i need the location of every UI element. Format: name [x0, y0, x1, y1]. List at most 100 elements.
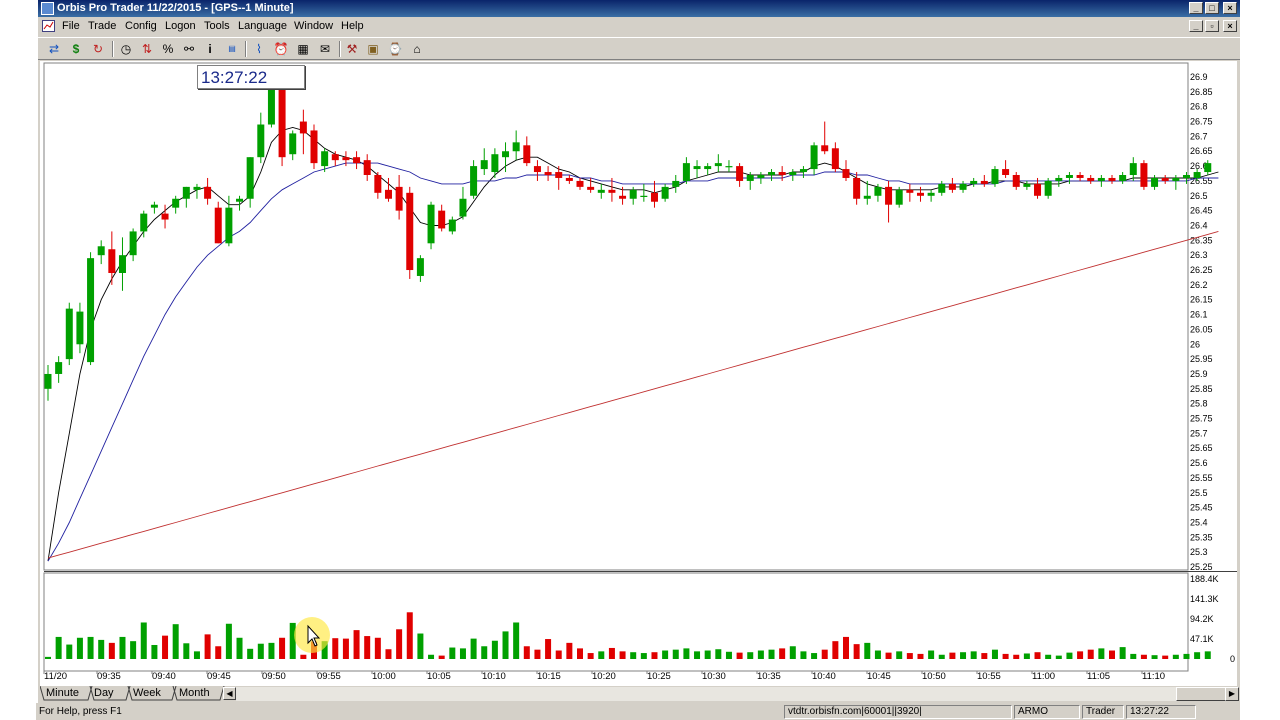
refresh-icon[interactable]: ↻: [90, 41, 106, 57]
volume-bar: [300, 654, 307, 659]
candle-body: [789, 172, 797, 175]
horizontal-scrollbar[interactable]: ▶: [236, 687, 1239, 701]
maximize-button[interactable]: □: [1205, 2, 1219, 14]
calculator-icon[interactable]: ▣: [365, 41, 381, 57]
time-tick-label: 10:25: [647, 671, 671, 682]
volume-bar: [215, 646, 222, 659]
menu-file[interactable]: File: [62, 20, 80, 32]
candle-body: [619, 195, 627, 199]
volume-bar: [236, 637, 243, 659]
chart-window-icon[interactable]: [42, 20, 55, 32]
volume-bar: [87, 636, 94, 659]
volume-bar: [843, 636, 849, 659]
menu-tools[interactable]: Tools: [204, 20, 230, 32]
tab-scroll-left-icon[interactable]: ◀: [223, 687, 236, 700]
candle-body: [746, 175, 754, 181]
candle-body: [1182, 175, 1190, 178]
volume-bar: [374, 637, 381, 659]
volume-bar: [481, 646, 488, 659]
price-tick-label: 25.5: [1190, 488, 1208, 498]
candle-body: [459, 198, 467, 217]
candle-body: [353, 157, 361, 164]
price-tick-label: 26.4: [1190, 220, 1208, 230]
menu-trade[interactable]: Trade: [88, 20, 116, 32]
candle-body: [1140, 163, 1148, 187]
candle-body: [1065, 175, 1073, 178]
candle-body: [470, 166, 478, 196]
percent-icon[interactable]: %: [160, 41, 176, 57]
menu-language[interactable]: Language: [238, 20, 287, 32]
candle-body: [821, 145, 829, 152]
volume-bar: [1130, 653, 1137, 659]
candle-body: [257, 124, 265, 158]
candle-body: [1044, 180, 1052, 196]
volume-bar: [257, 643, 264, 659]
minimize-button[interactable]: _: [1189, 2, 1203, 14]
close-button[interactable]: ×: [1223, 2, 1237, 14]
price-tick-label: 25.9: [1190, 369, 1208, 379]
price-tick-label: 25.8: [1190, 399, 1208, 409]
volume-bar: [694, 651, 701, 659]
time-tick-label: 11:00: [1032, 671, 1055, 682]
menu-config[interactable]: Config: [125, 20, 157, 32]
candle-body: [597, 189, 605, 193]
link-icon[interactable]: ⚯: [181, 41, 197, 57]
volume-bar: [225, 623, 232, 659]
menu-help[interactable]: Help: [341, 20, 364, 32]
volume-bar: [960, 652, 967, 659]
candle-body: [108, 249, 116, 273]
tools-icon[interactable]: ⚒: [344, 41, 360, 57]
candlestick-chart[interactable]: 26.926.8526.826.7526.726.6526.626.5526.5…: [40, 61, 1237, 686]
volume-bar: [1109, 650, 1115, 659]
timer-icon[interactable]: ⌚: [387, 41, 403, 57]
up-down-arrows-icon[interactable]: ⇅: [139, 41, 155, 57]
scroll-right-icon[interactable]: ▶: [1225, 687, 1239, 701]
candle-body: [991, 169, 999, 184]
mdi-restore-button[interactable]: ▫: [1205, 20, 1219, 32]
volume-bar: [970, 651, 977, 659]
time-tick-label: 10:00: [372, 671, 396, 682]
candle-body: [736, 166, 744, 181]
volume-tick-label: 188.4K: [1190, 574, 1219, 584]
status-help-text: For Help, press F1: [39, 706, 122, 717]
transfer-arrows-icon[interactable]: ⇄: [46, 41, 62, 57]
alarm-icon[interactable]: ⏰: [273, 41, 289, 57]
volume-bar: [523, 646, 530, 659]
volume-bar: [885, 652, 892, 659]
menu-logon[interactable]: Logon: [165, 20, 196, 32]
volume-bar: [1066, 652, 1073, 659]
news-icon[interactable]: ▦: [295, 41, 311, 57]
mdi-close-button[interactable]: ×: [1223, 20, 1237, 32]
volume-bar: [672, 649, 679, 659]
menu-window[interactable]: Window: [294, 20, 333, 32]
chart-icon[interactable]: ⌇: [251, 41, 267, 57]
volume-bar: [598, 651, 605, 659]
volume-bar: [811, 653, 818, 659]
volume-bar: [949, 652, 956, 659]
volume-bar: [353, 630, 360, 659]
time-tick-label: 10:50: [922, 671, 946, 682]
candle-body: [342, 157, 350, 161]
candle-body: [225, 207, 233, 244]
mdi-minimize-button[interactable]: _: [1189, 20, 1203, 32]
price-tick-label: 26.15: [1190, 295, 1213, 305]
candle-body: [384, 189, 392, 199]
home-icon[interactable]: ⌂: [409, 41, 425, 57]
chart-area[interactable]: 26.9 26.85 26.8 26.75 26.7 26.65 26.6 26.55 26.5…: [40, 61, 1237, 686]
candle-body: [757, 175, 765, 178]
candle-body: [533, 166, 541, 173]
info-icon[interactable]: i: [202, 41, 218, 57]
candle-body: [1076, 175, 1084, 178]
price-tick-label: 26.45: [1190, 206, 1213, 216]
mail-icon[interactable]: ✉: [317, 41, 333, 57]
candle-body: [182, 186, 190, 199]
price-tick-label: 26.5: [1190, 191, 1208, 201]
candle-body: [278, 88, 286, 158]
candle-body: [650, 192, 658, 202]
dollar-icon[interactable]: $: [68, 41, 84, 57]
volume-bar: [332, 638, 339, 659]
price-tick-label: 26.3: [1190, 250, 1208, 260]
volume-bar: [630, 652, 637, 659]
clock-icon[interactable]: ◷: [118, 41, 134, 57]
quote-icon[interactable]: ▤: [224, 41, 240, 57]
